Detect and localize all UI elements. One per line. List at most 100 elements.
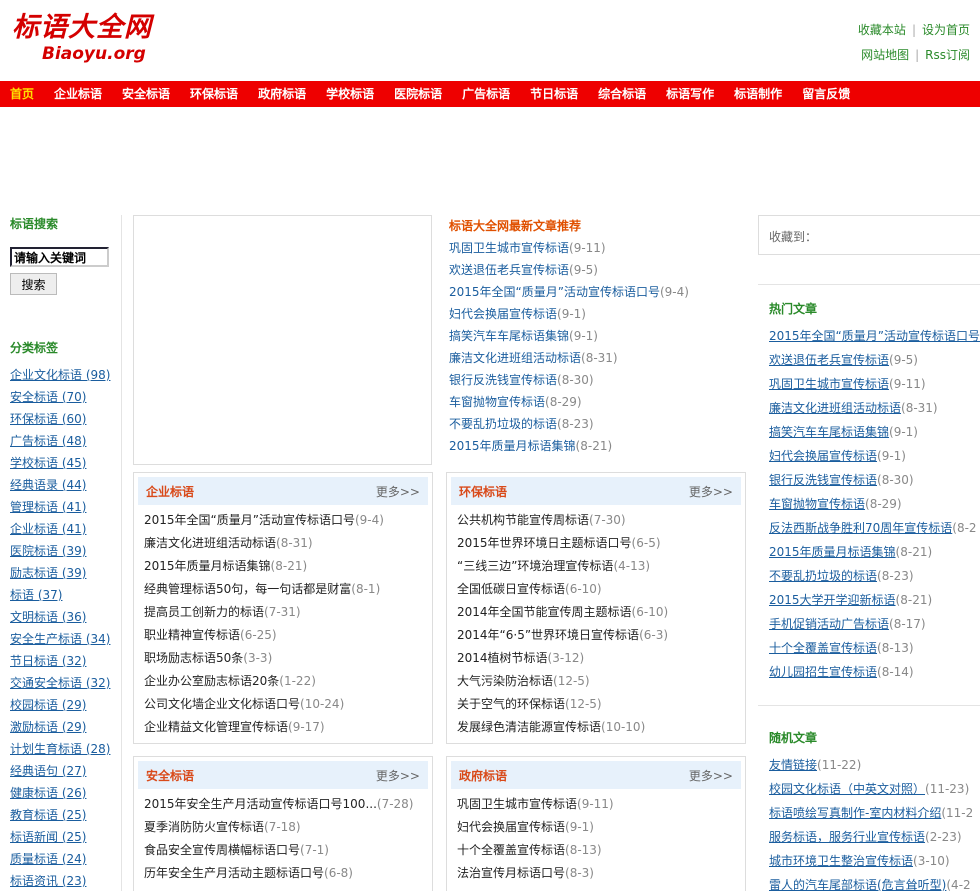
panel-title[interactable]: 政府标语	[459, 767, 507, 784]
article-link[interactable]: 企业精益文化管理宣传标语	[144, 720, 288, 734]
nav-item-yiyuan[interactable]: 医院标语	[384, 81, 452, 107]
panel-title[interactable]: 环保标语	[459, 483, 507, 500]
tag-link[interactable]: 管理标语 (41)	[10, 500, 86, 514]
article-link[interactable]: 手机促销活动广告标语	[769, 617, 889, 631]
article-link[interactable]: 欢送退伍老兵宣传标语	[449, 263, 569, 277]
article-link[interactable]: 公共机构节能宣传周标语	[457, 513, 589, 527]
more-link[interactable]: 更多>>	[689, 767, 733, 784]
nav-item-guanggao[interactable]: 广告标语	[452, 81, 520, 107]
article-link[interactable]: 巩固卫生城市宣传标语	[769, 377, 889, 391]
article-link[interactable]: 大气污染防治标语	[457, 674, 553, 688]
article-link[interactable]: 发展绿色清洁能源宣传标语	[457, 720, 601, 734]
nav-item-liuyan[interactable]: 留言反馈	[792, 81, 860, 107]
article-link[interactable]: 搞笑汽车车尾标语集锦	[769, 425, 889, 439]
article-link[interactable]: 服务标语，服务行业宣传标语	[769, 830, 925, 844]
panel-title[interactable]: 企业标语	[146, 483, 194, 500]
article-link[interactable]: 公司文化墙企业文化标语口号	[144, 697, 300, 711]
article-link[interactable]: 夏季消防防火宣传标语	[144, 820, 264, 834]
article-link[interactable]: 银行反洗钱宣传标语	[449, 373, 557, 387]
add-favorite-link[interactable]: 收藏本站	[858, 23, 906, 37]
nav-item-huanbao[interactable]: 环保标语	[180, 81, 248, 107]
tag-link[interactable]: 企业标语 (41)	[10, 522, 86, 536]
article-link[interactable]: 2015年全国“质量月”活动宣传标语口号	[769, 329, 980, 343]
tag-link[interactable]: 经典语句 (27)	[10, 764, 86, 778]
article-link[interactable]: 车窗抛物宣传标语	[449, 395, 545, 409]
nav-item-home[interactable]: 首页	[0, 81, 44, 107]
tag-link[interactable]: 标语新闻 (25)	[10, 830, 86, 844]
article-link[interactable]: 2015大学开学迎新标语	[769, 593, 896, 607]
article-link[interactable]: 职场励志标语50条	[144, 651, 243, 665]
article-link[interactable]: 标语喷绘写真制作-室内材料介绍	[769, 806, 941, 820]
article-link[interactable]: 廉洁文化进班组活动标语	[144, 536, 276, 550]
article-link[interactable]: 十个全覆盖宣传标语	[457, 843, 565, 857]
article-link[interactable]: 关于空气的环保标语	[457, 697, 565, 711]
article-link[interactable]: 校园文化标语（中英文对照）	[769, 782, 925, 796]
article-link[interactable]: 妇代会换届宣传标语	[457, 820, 565, 834]
tag-link[interactable]: 经典语录 (44)	[10, 478, 86, 492]
article-link[interactable]: 2015年全国“质量月”活动宣传标语口号	[144, 513, 355, 527]
sitemap-link[interactable]: 网站地图	[861, 48, 909, 62]
article-link[interactable]: 友情链接	[769, 758, 817, 772]
article-link[interactable]: 2015年质量月标语集锦	[449, 439, 576, 453]
article-link[interactable]: 2014年“6·5”世界环境日宣传标语	[457, 628, 639, 642]
tag-link[interactable]: 教育标语 (25)	[10, 808, 86, 822]
set-homepage-link[interactable]: 设为首页	[922, 23, 970, 37]
tag-link[interactable]: 质量标语 (24)	[10, 852, 86, 866]
article-link[interactable]: 城市环境卫生整治宣传标语	[769, 854, 913, 868]
search-button[interactable]: 搜索	[10, 273, 57, 295]
article-link[interactable]: 银行反洗钱宣传标语	[769, 473, 877, 487]
nav-item-zhizuo[interactable]: 标语制作	[724, 81, 792, 107]
article-link[interactable]: 十个全覆盖宣传标语	[769, 641, 877, 655]
article-link[interactable]: 巩固卫生城市宣传标语	[457, 797, 577, 811]
tag-link[interactable]: 节日标语 (32)	[10, 654, 86, 668]
nav-item-xuexiao[interactable]: 学校标语	[316, 81, 384, 107]
article-link[interactable]: 不要乱扔垃圾的标语	[769, 569, 877, 583]
article-link[interactable]: 提高员工创新力的标语	[144, 605, 264, 619]
tag-link[interactable]: 安全标语 (70)	[10, 390, 86, 404]
article-link[interactable]: 妇代会换届宣传标语	[449, 307, 557, 321]
nav-item-xiezuo[interactable]: 标语写作	[656, 81, 724, 107]
tag-link[interactable]: 交通安全标语 (32)	[10, 676, 110, 690]
tag-link[interactable]: 环保标语 (60)	[10, 412, 86, 426]
more-link[interactable]: 更多>>	[376, 483, 420, 500]
tag-link[interactable]: 企业文化标语 (98)	[10, 368, 110, 382]
article-link[interactable]: 车窗抛物宣传标语	[769, 497, 865, 511]
nav-item-anquan[interactable]: 安全标语	[112, 81, 180, 107]
more-link[interactable]: 更多>>	[376, 767, 420, 784]
rss-link[interactable]: Rss订阅	[925, 48, 970, 62]
article-link[interactable]: 廉洁文化进班组活动标语	[449, 351, 581, 365]
article-link[interactable]: 不要乱扔垃圾的标语	[449, 417, 557, 431]
article-link[interactable]: 雷人的汽车尾部标语(危言耸听型)	[769, 878, 946, 891]
article-link[interactable]: 廉洁文化进班组活动标语	[769, 401, 901, 415]
tag-link[interactable]: 标语 (37)	[10, 588, 62, 602]
more-link[interactable]: 更多>>	[689, 483, 733, 500]
article-link[interactable]: 幼儿园招生宣传标语	[769, 665, 877, 679]
article-link[interactable]: 搞笑汽车车尾标语集锦	[449, 329, 569, 343]
nav-item-zonghe[interactable]: 综合标语	[588, 81, 656, 107]
nav-item-zhengfu[interactable]: 政府标语	[248, 81, 316, 107]
article-link[interactable]: 2014植树节标语	[457, 651, 548, 665]
article-link[interactable]: 法治宣传月标语口号	[457, 866, 565, 880]
tag-link[interactable]: 健康标语 (26)	[10, 786, 86, 800]
article-link[interactable]: 2015年质量月标语集锦	[144, 559, 271, 573]
tag-link[interactable]: 文明标语 (36)	[10, 610, 86, 624]
article-link[interactable]: 欢送退伍老兵宣传标语	[769, 353, 889, 367]
search-input[interactable]	[10, 247, 109, 267]
tag-link[interactable]: 学校标语 (45)	[10, 456, 86, 470]
article-link[interactable]: 反法西斯战争胜利70周年宣传标语	[769, 521, 952, 535]
article-link[interactable]: 企业办公室励志标语20条	[144, 674, 279, 688]
tag-link[interactable]: 广告标语 (48)	[10, 434, 86, 448]
tag-link[interactable]: 励志标语 (39)	[10, 566, 86, 580]
nav-item-qiye[interactable]: 企业标语	[44, 81, 112, 107]
article-link[interactable]: 职业精神宣传标语	[144, 628, 240, 642]
tag-link[interactable]: 激励标语 (29)	[10, 720, 86, 734]
article-link[interactable]: 2014年全国节能宣传周主题标语	[457, 605, 632, 619]
article-link[interactable]: “三线三边”环境治理宣传标语	[457, 559, 613, 573]
article-link[interactable]: 2015年世界环境日主题标语口号	[457, 536, 632, 550]
article-link[interactable]: 2015年质量月标语集锦	[769, 545, 896, 559]
article-link[interactable]: 全国低碳日宣传标语	[457, 582, 565, 596]
nav-item-jieri[interactable]: 节日标语	[520, 81, 588, 107]
tag-link[interactable]: 校园标语 (29)	[10, 698, 86, 712]
article-link[interactable]: 经典管理标语50句，每一句话都是财富	[144, 582, 351, 596]
article-link[interactable]: 妇代会换届宣传标语	[769, 449, 877, 463]
